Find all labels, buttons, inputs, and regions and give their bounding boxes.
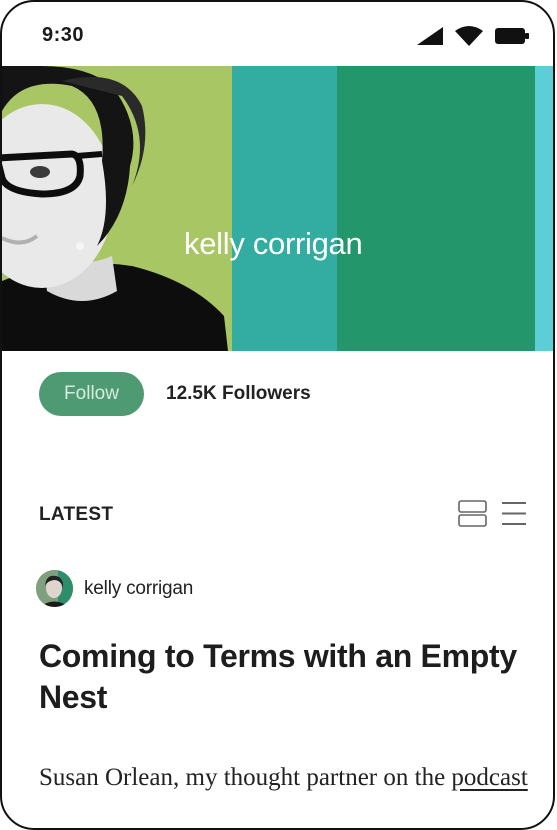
author-avatar <box>36 570 73 607</box>
post-title[interactable]: Coming to Terms with an Empty Nest <box>39 636 519 718</box>
post-excerpt-text: Susan Orlean, my thought partner on the <box>39 764 452 791</box>
section-label-latest: LATEST <box>39 504 114 525</box>
followers-number: 12.5K <box>166 383 217 404</box>
post-author-row[interactable]: kelly corrigan <box>36 570 193 607</box>
follow-button[interactable]: Follow <box>39 372 144 416</box>
banner-stripe-teal <box>232 66 337 351</box>
card-view-icon[interactable] <box>458 500 487 532</box>
status-bar: 9:30 <box>2 2 553 66</box>
profile-banner: kelly corrigan <box>2 66 553 351</box>
banner-stripe-cyan <box>535 66 553 351</box>
cellular-signal-icon <box>417 27 443 45</box>
author-name: kelly corrigan <box>84 577 194 599</box>
battery-icon <box>495 27 529 45</box>
status-time: 9:30 <box>42 24 85 46</box>
banner-profile-name: kelly corrigan <box>184 226 363 261</box>
banner-stripe-green <box>337 66 535 351</box>
followers-label: Followers <box>221 383 311 404</box>
layout-toggles <box>458 500 527 532</box>
followers-count: 12.5K Followers <box>166 383 311 405</box>
banner-portrait-image <box>2 66 232 351</box>
post-excerpt: Susan Orlean, my thought partner on the … <box>39 764 553 792</box>
status-icons <box>417 26 529 46</box>
wifi-icon <box>455 26 483 46</box>
list-view-icon[interactable] <box>501 500 527 532</box>
follow-row: Follow 12.5K Followers <box>39 372 311 416</box>
podcast-link[interactable]: podcast <box>451 764 527 791</box>
phone-frame: 9:30 kelly corrigan Follow 12.5K Followe… <box>0 0 555 830</box>
